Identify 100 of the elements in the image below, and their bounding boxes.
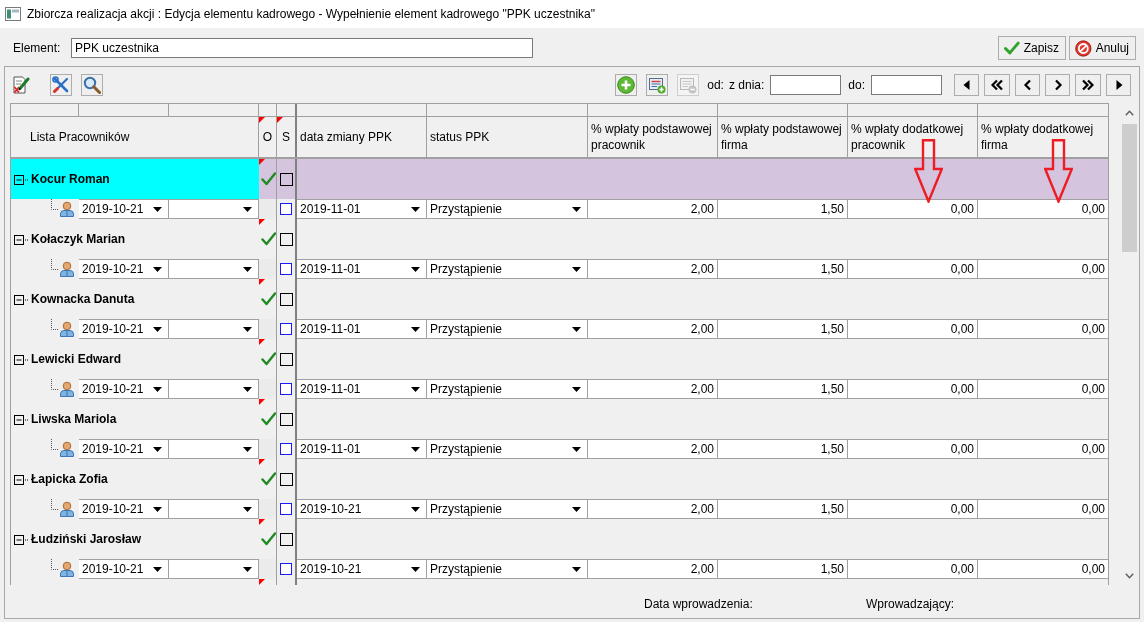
date-dropdown[interactable]: 2019-10-21 [79, 499, 169, 519]
scroll-left-button[interactable] [954, 74, 979, 96]
chevron-up-icon[interactable] [1125, 110, 1134, 116]
element-field[interactable]: PPK uczestnika [71, 38, 533, 58]
date-dropdown[interactable]: 2019-10-21 [79, 379, 169, 399]
add-button[interactable] [615, 74, 638, 96]
date-dropdown[interactable]: 2019-10-21 [297, 499, 427, 519]
checkmark-icon[interactable] [260, 412, 276, 426]
status-dropdown[interactable]: Przystąpienie [427, 319, 588, 339]
tree-connector-icon [51, 199, 59, 210]
dropdown-arrow-icon [153, 386, 162, 392]
checkbox[interactable] [279, 532, 293, 546]
entry-date-label: Data wprowadzenia: [644, 596, 753, 611]
dropdown[interactable] [169, 439, 259, 459]
date-dropdown[interactable]: 2019-10-21 [79, 259, 169, 279]
search-button[interactable] [81, 74, 103, 96]
dropdown-arrow-icon [411, 386, 420, 392]
status-dropdown[interactable]: Przystąpienie [427, 379, 588, 399]
employee-cell[interactable]: Łapicka Zofia [11, 459, 259, 499]
employee-cell[interactable]: Lewicki Edward [11, 339, 259, 379]
status-dropdown[interactable]: Przystąpienie [427, 439, 588, 459]
checkbox[interactable] [279, 472, 293, 486]
status-dropdown[interactable]: Przystąpienie [427, 199, 588, 219]
date-from-field[interactable] [770, 75, 842, 95]
first-page-button[interactable] [984, 74, 1010, 96]
employee-name: Łapicka Zofia [31, 472, 108, 486]
checkmark-icon[interactable] [260, 352, 276, 366]
minus-box-icon[interactable] [14, 173, 29, 185]
dropdown[interactable] [169, 259, 259, 279]
dropdown-arrow-icon [243, 266, 252, 272]
date-dropdown[interactable]: 2019-11-01 [297, 199, 427, 219]
minus-box-icon[interactable] [14, 293, 29, 305]
corner-marker-icon [259, 339, 265, 345]
minus-box-icon[interactable] [14, 533, 29, 545]
date-dropdown[interactable]: 2019-11-01 [297, 379, 427, 399]
scrollbar-thumb[interactable] [1122, 124, 1137, 252]
checkbox[interactable] [279, 232, 293, 246]
dropdown[interactable] [169, 199, 259, 219]
checkmark-icon[interactable] [260, 472, 276, 486]
dropdown-arrow-icon [411, 506, 420, 512]
checkbox[interactable] [280, 203, 292, 215]
dropdown-arrow-icon [153, 266, 162, 272]
status-dropdown[interactable]: Przystąpienie [427, 259, 588, 279]
date-dropdown[interactable]: 2019-10-21 [79, 319, 169, 339]
corner-marker-icon [259, 459, 265, 465]
checkbox[interactable] [280, 503, 292, 515]
checkbox[interactable] [280, 443, 292, 455]
tools-button[interactable] [50, 74, 72, 96]
minus-box-icon[interactable] [14, 473, 29, 485]
tree-connector-icon [51, 259, 59, 270]
employee-name: Kołaczyk Marian [31, 232, 126, 246]
employee-cell[interactable]: Kołaczyk Marian [11, 219, 259, 259]
minus-box-icon[interactable] [14, 233, 29, 245]
status-dropdown[interactable]: Przystąpienie [427, 559, 588, 579]
checkbox[interactable] [279, 172, 293, 186]
checkmark-icon[interactable] [260, 232, 276, 246]
dropdown[interactable] [169, 379, 259, 399]
date-dropdown[interactable]: 2019-10-21 [79, 199, 169, 219]
date-dropdown[interactable]: 2019-11-01 [297, 439, 427, 459]
next-button[interactable] [1045, 74, 1070, 96]
checkbox[interactable] [280, 563, 292, 575]
date-dropdown[interactable]: 2019-10-21 [79, 559, 169, 579]
minus-box-icon[interactable] [14, 413, 29, 425]
employee-cell[interactable]: Kownacka Danuta [11, 279, 259, 319]
checkbox[interactable] [279, 292, 293, 306]
date-dropdown[interactable]: 2019-11-01 [297, 259, 427, 279]
element-label: Element: [13, 41, 62, 55]
cancel-button[interactable]: Anuluj [1069, 36, 1136, 60]
previous-button[interactable] [1015, 74, 1040, 96]
minus-box-icon[interactable] [14, 353, 29, 365]
checkbox[interactable] [279, 352, 293, 366]
checkmark-icon[interactable] [260, 532, 276, 546]
employee-cell[interactable]: Liwska Mariola [11, 399, 259, 439]
date-to-field[interactable] [871, 75, 942, 95]
dropdown-arrow-icon [411, 446, 420, 452]
date-dropdown[interactable]: 2019-11-01 [297, 319, 427, 339]
date-dropdown[interactable]: 2019-10-21 [297, 559, 427, 579]
last-page-button[interactable] [1075, 74, 1101, 96]
dropdown[interactable] [169, 319, 259, 339]
employee-name: Łudziński Jarosław [31, 532, 142, 546]
dropdown[interactable] [169, 559, 259, 579]
card-plus-icon [648, 76, 667, 94]
checkbox[interactable] [280, 323, 292, 335]
dropdown[interactable] [169, 499, 259, 519]
checkbox[interactable] [280, 383, 292, 395]
employee-cell[interactable]: Kocur Roman [11, 159, 259, 199]
status-dropdown[interactable]: Przystąpienie [427, 499, 588, 519]
checkbox[interactable] [279, 412, 293, 426]
employee-cell[interactable]: Łudziński Jarosław [11, 519, 259, 559]
scroll-right-button[interactable] [1106, 74, 1131, 96]
dropdown-arrow-icon [572, 326, 581, 332]
date-dropdown[interactable]: 2019-10-21 [79, 439, 169, 459]
save-button[interactable]: Zapisz [998, 36, 1066, 60]
checkbox[interactable] [280, 263, 292, 275]
document-pen-icon[interactable] [12, 76, 30, 94]
chevron-down-icon[interactable] [1125, 573, 1134, 579]
add-card-button[interactable] [646, 74, 669, 96]
checkmark-icon[interactable] [260, 172, 276, 186]
value-cell: 1,50 [718, 379, 848, 399]
checkmark-icon[interactable] [260, 292, 276, 306]
